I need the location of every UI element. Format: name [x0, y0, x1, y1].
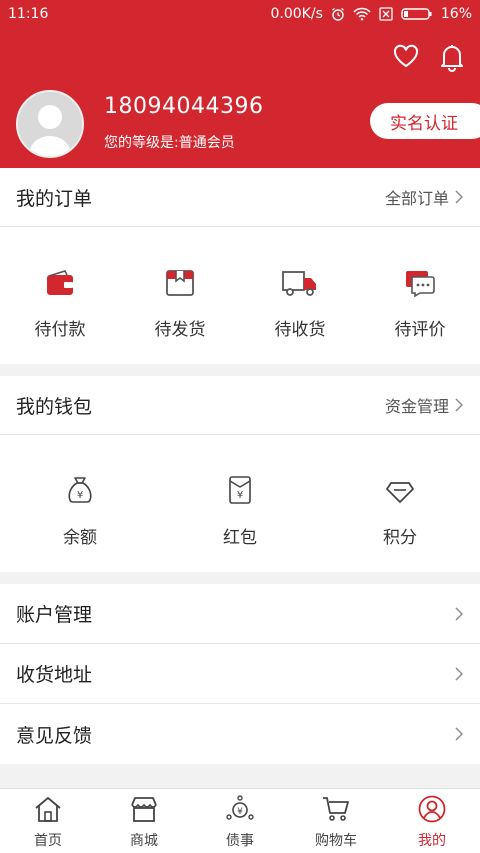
tab-home[interactable]: 首页	[0, 789, 96, 853]
member-level: 您的等级是:普通会员	[104, 135, 235, 151]
wallet-label: 红包	[223, 528, 257, 548]
wallet-points[interactable]: 积分	[320, 465, 480, 548]
menu-feedback[interactable]: 意见反馈	[0, 704, 480, 764]
diamond-icon	[385, 465, 415, 505]
fund-management-label: 资金管理	[384, 397, 449, 416]
order-label: 待评价	[394, 320, 446, 340]
net-speed: 0.00K/s	[270, 6, 323, 22]
chevron-right-icon	[455, 607, 463, 620]
order-pending-review[interactable]: 待评价	[360, 257, 480, 340]
battery-percent: 16%	[440, 6, 472, 22]
favorite-icon[interactable]	[392, 42, 420, 72]
svg-text:¥: ¥	[237, 490, 243, 501]
avatar[interactable]	[16, 90, 84, 158]
comment-icon	[404, 257, 436, 297]
chevron-right-icon	[455, 667, 463, 680]
status-time: 11:16	[8, 6, 49, 22]
alarm-icon	[331, 7, 345, 21]
cart-icon	[321, 795, 351, 827]
tab-mine[interactable]: 我的	[384, 789, 480, 853]
menu-label: 收货地址	[16, 664, 93, 686]
menu-shipping-address[interactable]: 收货地址	[0, 644, 480, 704]
wallet-label: 积分	[383, 528, 417, 548]
user-icon	[417, 795, 447, 827]
tab-cart[interactable]: 购物车	[288, 789, 384, 853]
order-pending-receipt[interactable]: 待收货	[240, 257, 360, 340]
order-label: 待付款	[34, 320, 86, 340]
all-orders-label: 全部订单	[384, 189, 449, 208]
tab-label: 我的	[418, 833, 446, 849]
menu-label: 意见反馈	[16, 724, 93, 747]
settings-menu: 账户管理 收货地址 意见反馈	[0, 584, 480, 764]
status-bar: 11:16 0.00K/s 16%	[0, 0, 480, 28]
notification-bell-icon[interactable]	[438, 42, 466, 72]
wallet-balance[interactable]: ¥ 余额	[0, 465, 160, 548]
order-label: 待发货	[154, 320, 206, 340]
tab-label: 首页	[34, 833, 62, 849]
wallet-icon	[45, 257, 75, 297]
home-icon	[33, 795, 63, 827]
money-bag-icon: ¥	[66, 465, 94, 505]
battery-icon	[401, 7, 433, 21]
tab-label: 购物车	[315, 833, 357, 849]
package-icon	[165, 257, 195, 297]
sim-icon	[379, 7, 393, 21]
wallet-red-packet[interactable]: ¥ 红包	[160, 465, 320, 548]
debt-icon: ¥	[225, 795, 255, 827]
tab-debt[interactable]: ¥ 债事	[192, 789, 288, 853]
user-phone: 18094044396	[104, 94, 264, 119]
orders-section: 我的订单 全部订单 待付款 待发货 待收货 待评价	[0, 168, 480, 364]
order-pending-shipment[interactable]: 待发货	[120, 257, 240, 340]
chevron-right-icon	[455, 190, 463, 204]
tab-label: 债事	[226, 833, 254, 849]
svg-text:¥: ¥	[77, 490, 83, 501]
order-label: 待收货	[274, 320, 326, 340]
store-icon	[129, 795, 159, 827]
verify-identity-button[interactable]: 实名认证	[370, 103, 480, 139]
chevron-right-icon	[455, 398, 463, 412]
tab-store[interactable]: 商城	[96, 789, 192, 853]
truck-icon	[281, 257, 319, 297]
wallet-section: 我的钱包 资金管理 ¥ 余额 ¥ 红包 积分	[0, 376, 480, 572]
all-orders-link[interactable]: 全部订单	[385, 185, 464, 209]
menu-account-management[interactable]: 账户管理	[0, 584, 480, 644]
fund-management-link[interactable]: 资金管理	[385, 393, 464, 417]
order-pending-payment[interactable]: 待付款	[0, 257, 120, 340]
bottom-tab-bar: 首页 商城 ¥ 债事 购物车 我的	[0, 788, 480, 853]
wifi-icon	[353, 7, 371, 21]
wallet-label: 余额	[63, 528, 97, 548]
tab-label: 商城	[130, 833, 158, 849]
wallet-title: 我的钱包	[16, 395, 93, 418]
profile-header: 11:16 0.00K/s 16% 18094044396 您的等级是:普通会员…	[0, 0, 480, 168]
svg-text:¥: ¥	[237, 807, 243, 817]
red-packet-icon: ¥	[227, 465, 253, 505]
menu-label: 账户管理	[16, 604, 93, 626]
orders-title: 我的订单	[16, 187, 93, 210]
chevron-right-icon	[455, 727, 463, 741]
